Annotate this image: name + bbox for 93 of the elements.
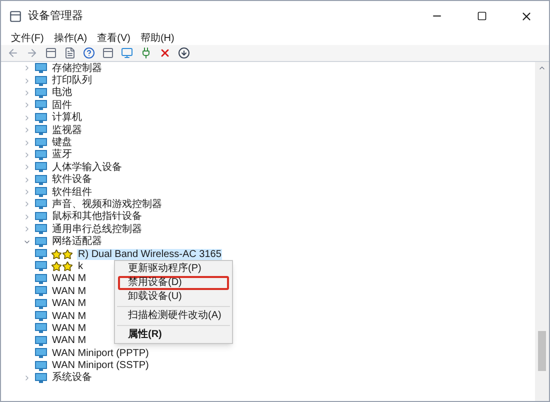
- tree-item[interactable]: 蓝牙: [51, 149, 73, 160]
- tree-item[interactable]: WAN Miniport (PPTP): [51, 348, 150, 359]
- device-category-icon: [35, 112, 47, 123]
- expand-caret-icon[interactable]: [23, 64, 31, 72]
- maximize-icon: [476, 11, 486, 21]
- expand-caret-icon[interactable]: [23, 88, 31, 97]
- device-category-icon: [35, 236, 47, 247]
- device-category-icon: [35, 372, 47, 383]
- menu-item[interactable]: 扫描检测硬件改动(A): [118, 309, 229, 323]
- expand-caret-icon[interactable]: [23, 150, 31, 159]
- forward-icon[interactable]: [26, 47, 38, 59]
- device-category-icon: [35, 125, 47, 136]
- device-category-icon: [35, 212, 47, 222]
- network-adapter-icon: [35, 323, 47, 334]
- scrollbar[interactable]: [535, 62, 549, 401]
- tree-item[interactable]: 固件: [51, 100, 73, 111]
- menu-item[interactable]: 禁用设备(D): [118, 276, 229, 290]
- device-category-icon: [35, 199, 47, 210]
- device-category-icon: [35, 76, 47, 86]
- device-category-icon: [35, 63, 47, 74]
- tree-item[interactable]: WAN M: [51, 335, 88, 346]
- menu-item[interactable]: 卸载设备(U): [118, 290, 229, 304]
- plug-icon[interactable]: [140, 47, 152, 59]
- help-icon[interactable]: [83, 47, 95, 59]
- panel-icon[interactable]: [102, 47, 114, 59]
- network-adapter-icon: [35, 274, 47, 284]
- window-icon[interactable]: [45, 47, 57, 59]
- tree-item[interactable]: 监视器: [51, 124, 83, 136]
- tree-item[interactable]: WAN M: [51, 298, 88, 310]
- menu-item[interactable]: 更新驱动程序(P): [118, 262, 229, 276]
- tree-item[interactable]: WAN M: [51, 286, 88, 297]
- device-category-icon: [35, 162, 47, 172]
- app-icon: [9, 10, 22, 22]
- network-adapter-icon: [35, 311, 47, 321]
- network-adapter-icon: [35, 360, 47, 371]
- tree-item[interactable]: WAN Miniport (SSTP): [51, 360, 150, 372]
- network-adapter-icon: [35, 249, 47, 260]
- scroll-up-icon[interactable]: [538, 64, 546, 72]
- network-adapter-icon: [35, 298, 47, 309]
- menu-item[interactable]: 属性(R): [118, 328, 229, 342]
- scrollbar-thumb[interactable]: [538, 331, 546, 371]
- expand-caret-icon[interactable]: [23, 225, 31, 234]
- expand-caret-icon[interactable]: [23, 101, 31, 110]
- expand-caret-icon[interactable]: [23, 76, 31, 85]
- expand-caret-icon[interactable]: [23, 188, 31, 196]
- tree-item[interactable]: 存储控制器: [51, 62, 103, 74]
- device-category-icon: [35, 88, 47, 98]
- window-title: 设备管理器: [28, 8, 83, 24]
- device-category-icon: [35, 187, 47, 198]
- tree-item[interactable]: 计算机: [51, 112, 83, 124]
- device-category-icon: [35, 138, 47, 148]
- tree-item[interactable]: 通用串行总线控制器: [51, 224, 143, 235]
- tree-item[interactable]: 系统设备: [51, 372, 93, 384]
- remove-icon[interactable]: [159, 47, 171, 59]
- network-adapter-icon: [35, 336, 47, 346]
- tree-item[interactable]: 键盘: [51, 137, 73, 148]
- document-icon[interactable]: [64, 47, 76, 59]
- device-category-icon: [35, 100, 47, 110]
- menu-item[interactable]: 操作(A): [54, 30, 88, 46]
- download-icon[interactable]: [178, 47, 190, 59]
- tree-item[interactable]: R) Dual Band Wireless-AC 3165: [77, 248, 222, 260]
- tree-item[interactable]: k: [77, 260, 84, 272]
- tree-item[interactable]: WAN M: [51, 273, 88, 284]
- tree-item[interactable]: 打印队列: [51, 75, 93, 86]
- tree-item[interactable]: 声音、视频和游戏控制器: [51, 198, 163, 210]
- expand-caret-icon[interactable]: [23, 126, 31, 134]
- expand-caret-icon[interactable]: [23, 212, 31, 221]
- expand-caret-icon[interactable]: [23, 176, 31, 184]
- device-category-icon: [35, 150, 47, 160]
- expand-caret-icon[interactable]: [23, 200, 31, 208]
- monitor-icon[interactable]: [121, 47, 133, 59]
- network-adapter-icon: [35, 286, 47, 296]
- tree-item[interactable]: 电池: [51, 87, 73, 98]
- expand-caret-icon[interactable]: [23, 374, 31, 382]
- tree-item[interactable]: 鼠标和其他指针设备: [51, 211, 143, 222]
- tree-item[interactable]: WAN M: [51, 310, 88, 322]
- expand-caret-icon[interactable]: [23, 138, 31, 147]
- tree-item[interactable]: 网络适配器: [51, 236, 103, 248]
- menu-item[interactable]: 文件(F): [11, 30, 44, 46]
- device-category-icon: [35, 174, 47, 185]
- device-category-icon: [35, 224, 47, 234]
- menu-item[interactable]: 帮助(H): [140, 30, 174, 46]
- tree-item[interactable]: WAN M: [51, 322, 88, 334]
- network-adapter-icon: [35, 261, 47, 272]
- expand-caret-icon[interactable]: [23, 163, 31, 172]
- tree-item[interactable]: 人体学输入设备: [51, 162, 123, 173]
- tree-item[interactable]: 软件组件: [51, 186, 93, 198]
- close-icon: [520, 10, 533, 22]
- back-icon[interactable]: [7, 47, 19, 59]
- menu-item[interactable]: 查看(V): [97, 30, 130, 46]
- tree-item[interactable]: 软件设备: [51, 174, 93, 186]
- expand-caret-icon[interactable]: [23, 114, 31, 122]
- network-adapter-icon: [35, 348, 47, 358]
